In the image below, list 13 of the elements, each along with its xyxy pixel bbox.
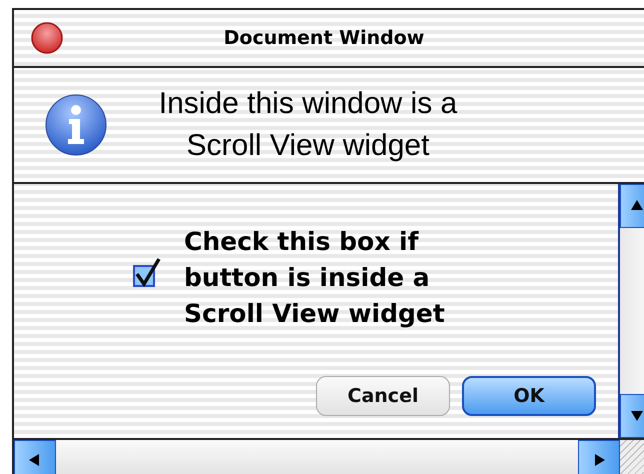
scroll-right-button[interactable] [578, 440, 620, 474]
ok-button[interactable]: OK [462, 376, 596, 416]
cancel-button[interactable]: Cancel [316, 376, 450, 416]
close-button[interactable] [31, 22, 63, 54]
checkbox[interactable] [132, 258, 162, 288]
scroll-down-button[interactable] [620, 394, 644, 438]
checkbox-label: Check this box if button is inside a Scroll View widget [184, 226, 446, 330]
scroll-up-button[interactable] [620, 184, 644, 228]
scroll-left-button[interactable] [14, 440, 56, 474]
vertical-scrollbar[interactable] [618, 184, 644, 438]
info-icon [44, 93, 108, 157]
window-title: Document Window [224, 27, 424, 49]
message-text: Inside this window is a Scroll View widget [158, 86, 458, 164]
